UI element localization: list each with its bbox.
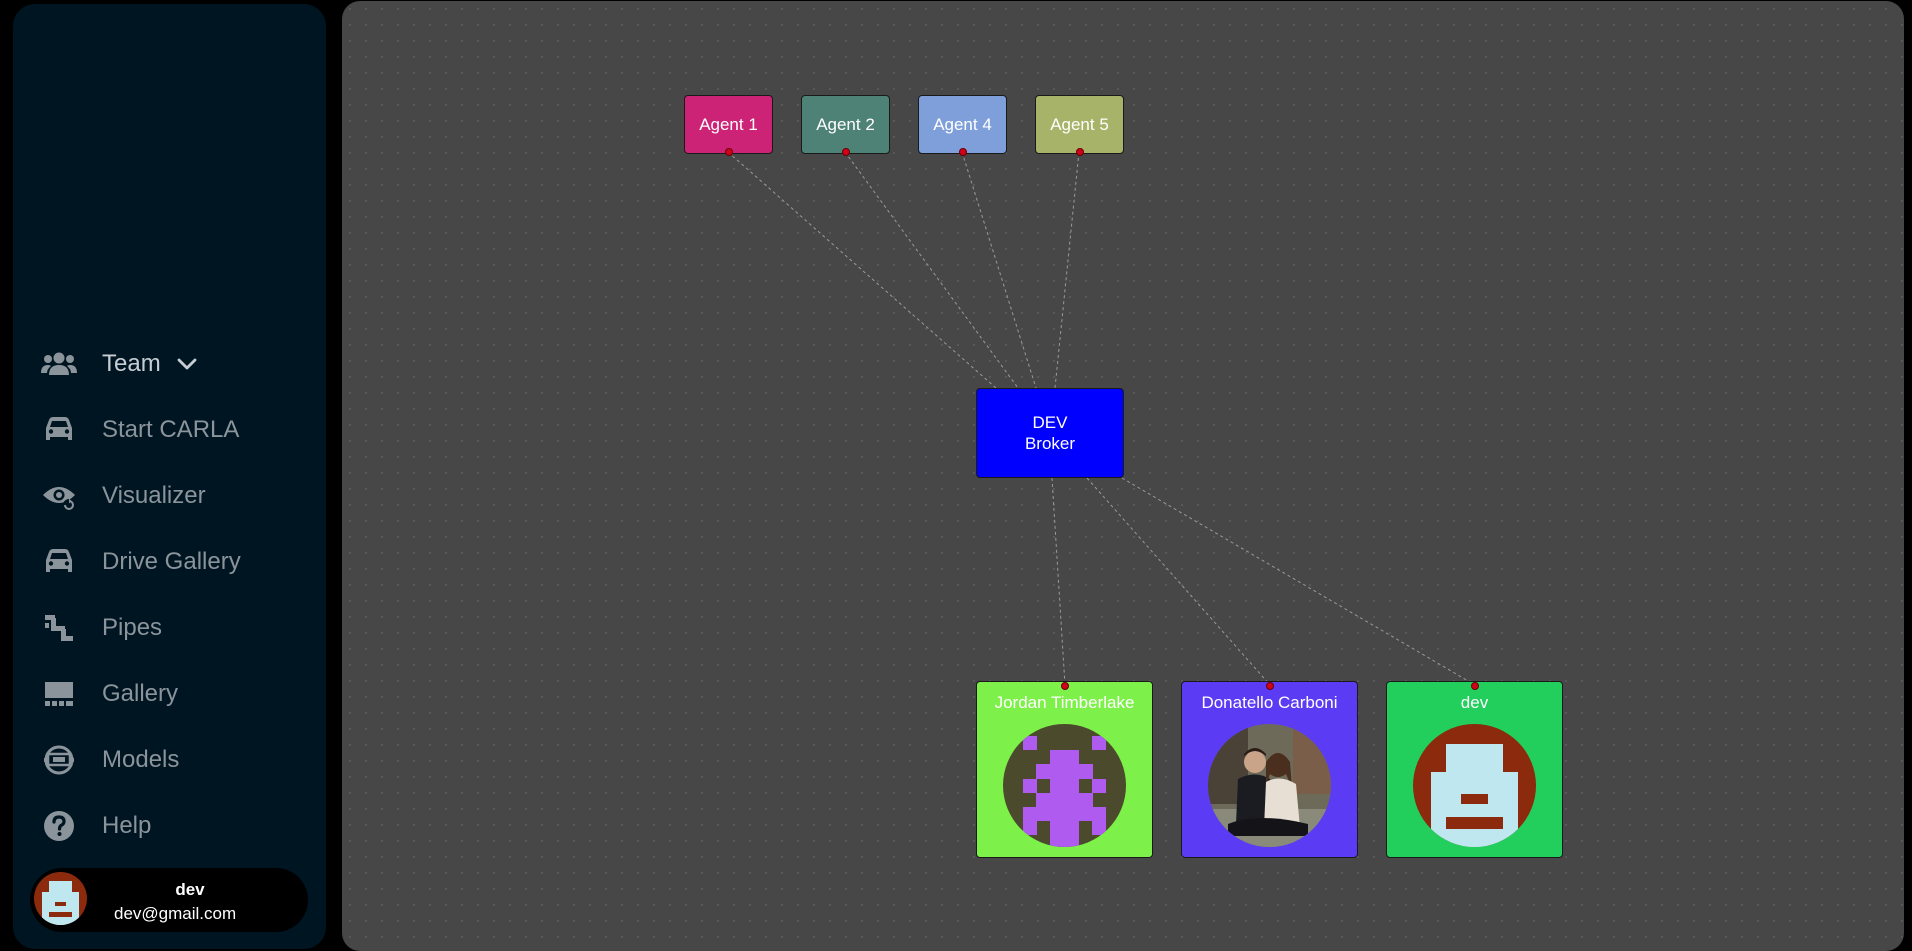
- sidebar-item-label: Team: [102, 350, 161, 377]
- agent-label: Agent 1: [699, 114, 758, 134]
- member-node-dev[interactable]: dev: [1386, 681, 1563, 858]
- sidebar-item-label: Pipes: [102, 614, 163, 641]
- sidebar: Team Start CARLA Visualizer Drive Galler…: [13, 4, 326, 949]
- sidebar-item-drive-gallery[interactable]: Drive Gallery: [13, 529, 326, 595]
- avatar: [1413, 724, 1536, 847]
- sidebar-nav: Team Start CARLA Visualizer Drive Galler…: [13, 331, 326, 859]
- sidebar-item-visualizer[interactable]: Visualizer: [13, 463, 326, 529]
- sidebar-item-label: Visualizer: [102, 482, 206, 509]
- target-handle[interactable]: [1471, 682, 1479, 690]
- sidebar-item-models[interactable]: Models: [13, 727, 326, 793]
- member-name: dev: [1460, 693, 1489, 712]
- help-icon: [41, 808, 77, 844]
- member-node-donatello-carboni[interactable]: Donatello Carboni: [1181, 681, 1358, 858]
- team-icon: [41, 346, 77, 382]
- broker-node[interactable]: DEV Broker: [976, 388, 1124, 478]
- source-handle[interactable]: [1076, 148, 1084, 156]
- graph-canvas[interactable]: Agent 1 Agent 2 Agent 4 Agent 5 DEV Brok…: [342, 1, 1904, 951]
- eye-icon: [41, 478, 77, 514]
- sidebar-item-label: Start CARLA: [102, 416, 240, 443]
- agent-node-4[interactable]: Agent 4: [918, 95, 1007, 156]
- target-handle[interactable]: [1061, 682, 1069, 690]
- sidebar-item-help[interactable]: Help: [13, 793, 326, 859]
- chevron-down-icon[interactable]: [175, 352, 199, 376]
- sidebar-item-label: Help: [102, 812, 152, 839]
- models-icon: [41, 742, 77, 778]
- edge-broker-jordan: [1051, 477, 1066, 686]
- source-handle[interactable]: [725, 148, 733, 156]
- sidebar-item-pipes[interactable]: Pipes: [13, 595, 326, 661]
- avatar: [1003, 724, 1126, 847]
- gallery-icon: [41, 676, 77, 712]
- user-name: dev: [175, 880, 205, 899]
- broker-title: DEV: [1032, 413, 1068, 432]
- car-icon: [41, 544, 77, 580]
- sidebar-item-team[interactable]: Team: [13, 331, 326, 397]
- edge-agent-4-broker: [961, 151, 1037, 389]
- sidebar-item-label: Models: [102, 746, 180, 773]
- agent-label: Agent 4: [933, 114, 992, 134]
- sidebar-item-start-carla[interactable]: Start CARLA: [13, 397, 326, 463]
- sidebar-item-label: Gallery: [102, 680, 179, 707]
- user-email: dev@gmail.com: [114, 904, 237, 923]
- broker-subtitle: Broker: [1024, 434, 1076, 453]
- agent-node-2[interactable]: Agent 2: [801, 95, 890, 156]
- agent-node-5[interactable]: Agent 5: [1035, 95, 1124, 156]
- member-node-jordan-timberlake[interactable]: Jordan Timberlake: [976, 681, 1153, 858]
- agent-label: Agent 2: [816, 114, 875, 134]
- member-name: Donatello Carboni: [1201, 693, 1338, 712]
- pipes-icon: [41, 610, 77, 646]
- source-handle[interactable]: [842, 148, 850, 156]
- target-handle[interactable]: [1266, 682, 1274, 690]
- edge-agent-2-broker: [844, 151, 1019, 389]
- sidebar-item-label: Drive Gallery: [102, 548, 241, 575]
- edge-agent-5-broker: [1054, 151, 1080, 389]
- avatar: [34, 872, 87, 925]
- car-icon: [41, 412, 77, 448]
- edge-agent-1-broker: [727, 151, 997, 389]
- avatar: [1208, 724, 1331, 847]
- edge-broker-donatello: [1086, 477, 1271, 686]
- user-profile-card[interactable]: dev dev@gmail.com: [30, 868, 308, 932]
- edge-broker-dev: [1121, 477, 1476, 686]
- agent-label: Agent 5: [1050, 114, 1109, 134]
- source-handle[interactable]: [959, 148, 967, 156]
- sidebar-item-gallery[interactable]: Gallery: [13, 661, 326, 727]
- member-name: Jordan Timberlake: [994, 693, 1135, 712]
- agent-node-1[interactable]: Agent 1: [684, 95, 773, 156]
